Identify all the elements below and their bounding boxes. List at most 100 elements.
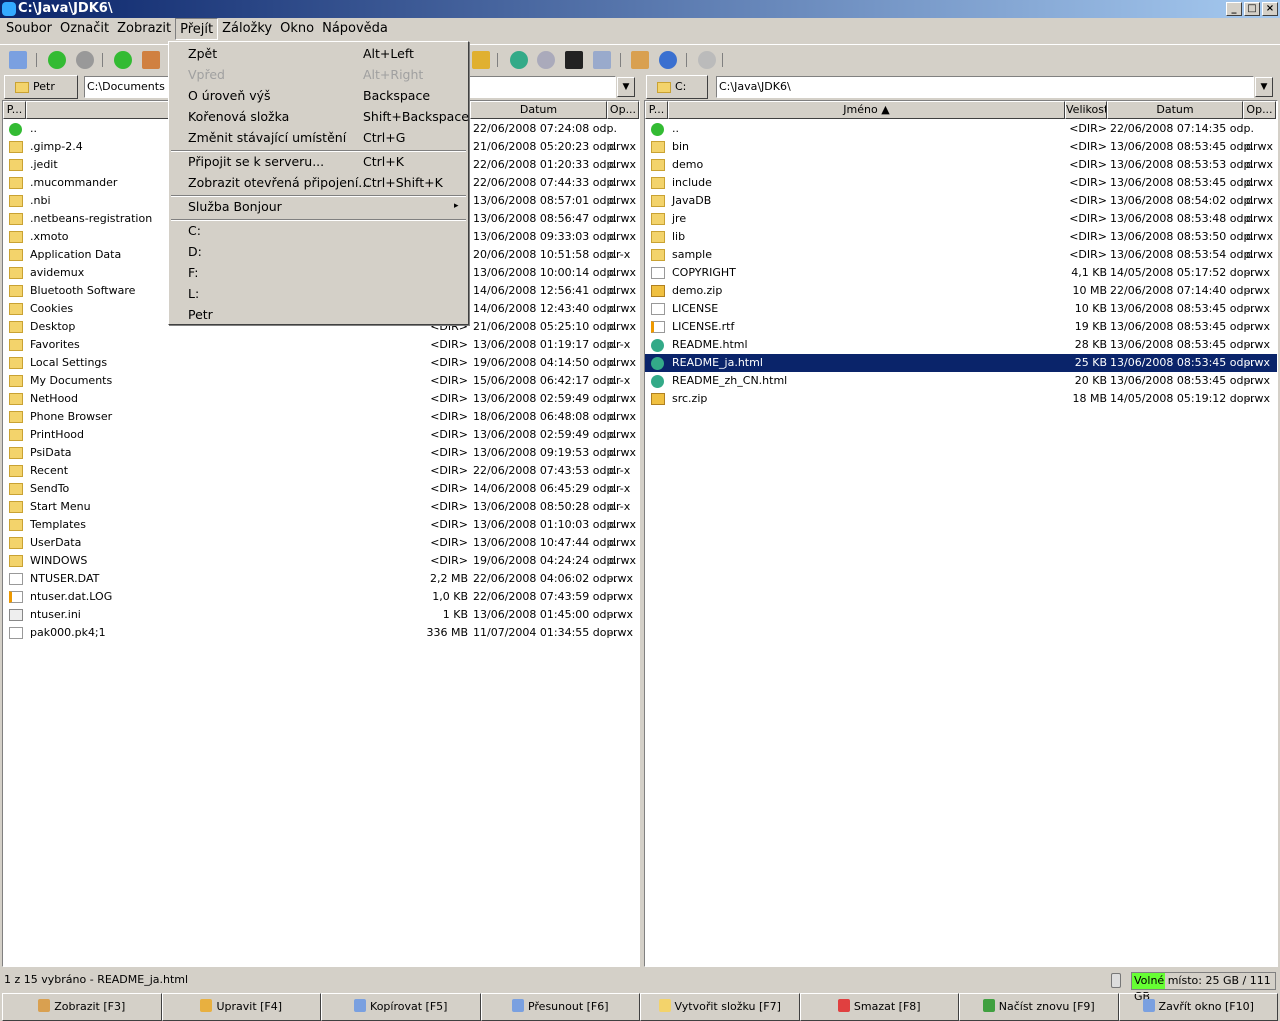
- menu-0[interactable]: Soubor: [2, 18, 56, 40]
- column-header-date[interactable]: Datum: [470, 101, 607, 119]
- menu-item[interactable]: Změnit stávající umístění Ctrl+G: [169, 127, 468, 148]
- trash-icon[interactable]: [1111, 973, 1121, 988]
- terminal-icon[interactable]: [565, 51, 583, 69]
- file-row[interactable]: pak000.pk4;1 336 MB 11/07/2004 01:34:55 do…: [3, 624, 639, 642]
- file-row[interactable]: README_ja.html 25 KB 13/06/2008 08:53:45 o…: [645, 354, 1277, 372]
- menu-4[interactable]: Záložky: [218, 18, 276, 40]
- key-icon[interactable]: [472, 51, 490, 69]
- column-header-p[interactable]: P...: [645, 101, 668, 119]
- email-icon[interactable]: [593, 51, 611, 69]
- function-key-button-f10[interactable]: Zavřít okno [F10]: [1118, 993, 1278, 1021]
- file-permissions: dr-x: [609, 500, 631, 513]
- home-icon[interactable]: [142, 51, 160, 69]
- file-row[interactable]: include <DIR> 13/06/2008 08:53:45 odp. drwx: [645, 174, 1277, 192]
- menu-item[interactable]: Zpět Alt+Left: [169, 43, 468, 64]
- file-row[interactable]: PrintHood <DIR> 13/06/2008 02:59:49 odp. dr…: [3, 426, 639, 444]
- maximize-button[interactable]: □: [1244, 2, 1260, 16]
- menu-3[interactable]: Přejít: [175, 18, 219, 40]
- column-header-permissions-p[interactable]: P...: [3, 101, 26, 119]
- menu-item[interactable]: Služba Bonjour ▸: [169, 196, 468, 217]
- menu-item[interactable]: D:: [169, 241, 468, 262]
- file-row[interactable]: LICENSE.rtf 19 KB 13/06/2008 08:53:45 odp.…: [645, 318, 1277, 336]
- right-path-dropdown[interactable]: ▼: [1255, 77, 1273, 97]
- file-row[interactable]: .. <DIR> 22/06/2008 07:14:35 odp.: [645, 120, 1277, 138]
- column-header-date[interactable]: Datum: [1107, 101, 1243, 119]
- file-row[interactable]: demo.zip 10 MB 22/06/2008 07:14:40 odp. -rw…: [645, 282, 1277, 300]
- menu-item[interactable]: Petr: [169, 304, 468, 325]
- file-permissions: drwx: [1246, 230, 1274, 243]
- file-row[interactable]: PsiData <DIR> 13/06/2008 09:19:53 odp. drwx: [3, 444, 639, 462]
- file-row[interactable]: LICENSE 10 KB 13/06/2008 08:53:45 odp. -rwx: [645, 300, 1277, 318]
- column-header-owner[interactable]: Op...: [1243, 101, 1276, 119]
- file-row[interactable]: NTUSER.DAT 2,2 MB 22/06/2008 04:06:02 odp.…: [3, 570, 639, 588]
- back-icon[interactable]: [48, 51, 66, 69]
- file-row[interactable]: jre <DIR> 13/06/2008 08:53:48 odp. drwx: [645, 210, 1277, 228]
- file-row[interactable]: sample <DIR> 13/06/2008 08:53:54 odp. drwx: [645, 246, 1277, 264]
- file-row[interactable]: COPYRIGHT 4,1 KB 14/05/2008 05:17:52 dop. -…: [645, 264, 1277, 282]
- file-row[interactable]: demo <DIR> 13/06/2008 08:53:53 odp. drwx: [645, 156, 1277, 174]
- menu-6[interactable]: Nápověda: [318, 18, 392, 40]
- new-window-icon[interactable]: [9, 51, 27, 69]
- file-row[interactable]: Recent <DIR> 22/06/2008 07:43:53 odp. dr-x: [3, 462, 639, 480]
- left-drive-button[interactable]: Petr: [4, 75, 78, 99]
- function-key-button-f6[interactable]: Přesunout [F6]: [480, 993, 640, 1021]
- file-row[interactable]: src.zip 18 MB 14/05/2008 05:19:12 dop. -rwx: [645, 390, 1277, 408]
- file-row[interactable]: NetHood <DIR> 13/06/2008 02:59:49 odp. drwx: [3, 390, 639, 408]
- file-row[interactable]: WINDOWS <DIR> 19/06/2008 04:24:24 odp. drwx: [3, 552, 639, 570]
- parent-folder-icon[interactable]: [114, 51, 132, 69]
- right-drive-button[interactable]: C:: [646, 75, 708, 99]
- folder-icon: [651, 141, 665, 153]
- forward-icon[interactable]: [76, 51, 94, 69]
- file-permissions: dr-x: [609, 374, 631, 387]
- menu-2[interactable]: Zobrazit: [113, 18, 175, 40]
- info-icon[interactable]: [659, 51, 677, 69]
- file-row[interactable]: README_zh_CN.html 20 KB 13/06/2008 08:53:4…: [645, 372, 1277, 390]
- function-key-button-f5[interactable]: Kopírovat [F5]: [321, 993, 481, 1021]
- magic-wand-icon[interactable]: [631, 51, 649, 69]
- file-row[interactable]: Start Menu <DIR> 13/06/2008 08:50:28 odp. d…: [3, 498, 639, 516]
- column-header-size[interactable]: Velikost: [1065, 101, 1107, 119]
- file-row[interactable]: Templates <DIR> 13/06/2008 01:10:03 odp. dr…: [3, 516, 639, 534]
- file-row[interactable]: Favorites <DIR> 13/06/2008 01:19:17 odp. dr…: [3, 336, 639, 354]
- column-header-owner[interactable]: Op...: [607, 101, 639, 119]
- menu-item[interactable]: Vpřed Alt+Right: [169, 64, 468, 85]
- close-button[interactable]: ×: [1262, 2, 1278, 16]
- menu-item[interactable]: Zobrazit otevřená připojení... Ctrl+Shift…: [169, 172, 468, 193]
- file-row[interactable]: bin <DIR> 13/06/2008 08:53:45 odp. drwx: [645, 138, 1277, 156]
- function-key-button-f9[interactable]: Načíst znovu [F9]: [959, 993, 1119, 1021]
- file-row[interactable]: ntuser.dat.LOG 1,0 KB 22/06/2008 07:43:59 …: [3, 588, 639, 606]
- right-file-list[interactable]: P... Jméno ▲ Velikost Datum Op... .. <DIR…: [644, 100, 1278, 967]
- file-row[interactable]: SendTo <DIR> 14/06/2008 06:45:29 odp. dr-x: [3, 480, 639, 498]
- file-date: 22/06/2008 07:14:40 odp.: [1110, 284, 1254, 297]
- file-row[interactable]: My Documents <DIR> 15/06/2008 06:42:17 odp…: [3, 372, 639, 390]
- file-date: 14/05/2008 05:17:52 dop.: [1110, 266, 1254, 279]
- file-row[interactable]: JavaDB <DIR> 13/06/2008 08:54:02 odp. drwx: [645, 192, 1277, 210]
- menu-item-label: F:: [188, 265, 199, 280]
- menu-5[interactable]: Okno: [276, 18, 318, 40]
- function-key-button-f4[interactable]: Upravit [F4]: [161, 993, 321, 1021]
- menu-1[interactable]: Označit: [56, 18, 113, 40]
- file-row[interactable]: lib <DIR> 13/06/2008 08:53:50 odp. drwx: [645, 228, 1277, 246]
- file-row[interactable]: README.html 28 KB 13/06/2008 08:53:45 odp.…: [645, 336, 1277, 354]
- menu-item[interactable]: O úroveň výš Backspace: [169, 85, 468, 106]
- menu-item[interactable]: Kořenová složka Shift+Backspace: [169, 106, 469, 127]
- menu-item[interactable]: L:: [169, 283, 468, 304]
- connect-server-icon[interactable]: [510, 51, 528, 69]
- function-key-button-f8[interactable]: Smazat [F8]: [799, 993, 959, 1021]
- function-key-button-f7[interactable]: Vytvořit složku [F7]: [640, 993, 800, 1021]
- file-row[interactable]: ntuser.ini 1 KB 13/06/2008 01:45:00 odp. -r…: [3, 606, 639, 624]
- menu-item[interactable]: C:: [169, 220, 468, 241]
- menu-item[interactable]: Připojit se k serveru... Ctrl+K: [169, 151, 468, 172]
- file-row[interactable]: Local Settings <DIR> 19/06/2008 04:14:50 o…: [3, 354, 639, 372]
- connections-icon[interactable]: [537, 51, 555, 69]
- file-row[interactable]: Phone Browser <DIR> 18/06/2008 06:48:08 od…: [3, 408, 639, 426]
- right-path-field[interactable]: C:\Java\JDK6\: [716, 76, 1254, 98]
- left-path-dropdown[interactable]: ▼: [617, 77, 635, 97]
- file-name: Bluetooth Software: [30, 284, 136, 297]
- settings-gear-icon[interactable]: [698, 51, 716, 69]
- function-key-button-f3[interactable]: Zobrazit [F3]: [2, 993, 162, 1021]
- column-header-name[interactable]: Jméno ▲: [668, 101, 1065, 119]
- menu-item[interactable]: F:: [169, 262, 468, 283]
- minimize-button[interactable]: _: [1226, 2, 1242, 16]
- file-row[interactable]: UserData <DIR> 13/06/2008 10:47:44 odp. drw…: [3, 534, 639, 552]
